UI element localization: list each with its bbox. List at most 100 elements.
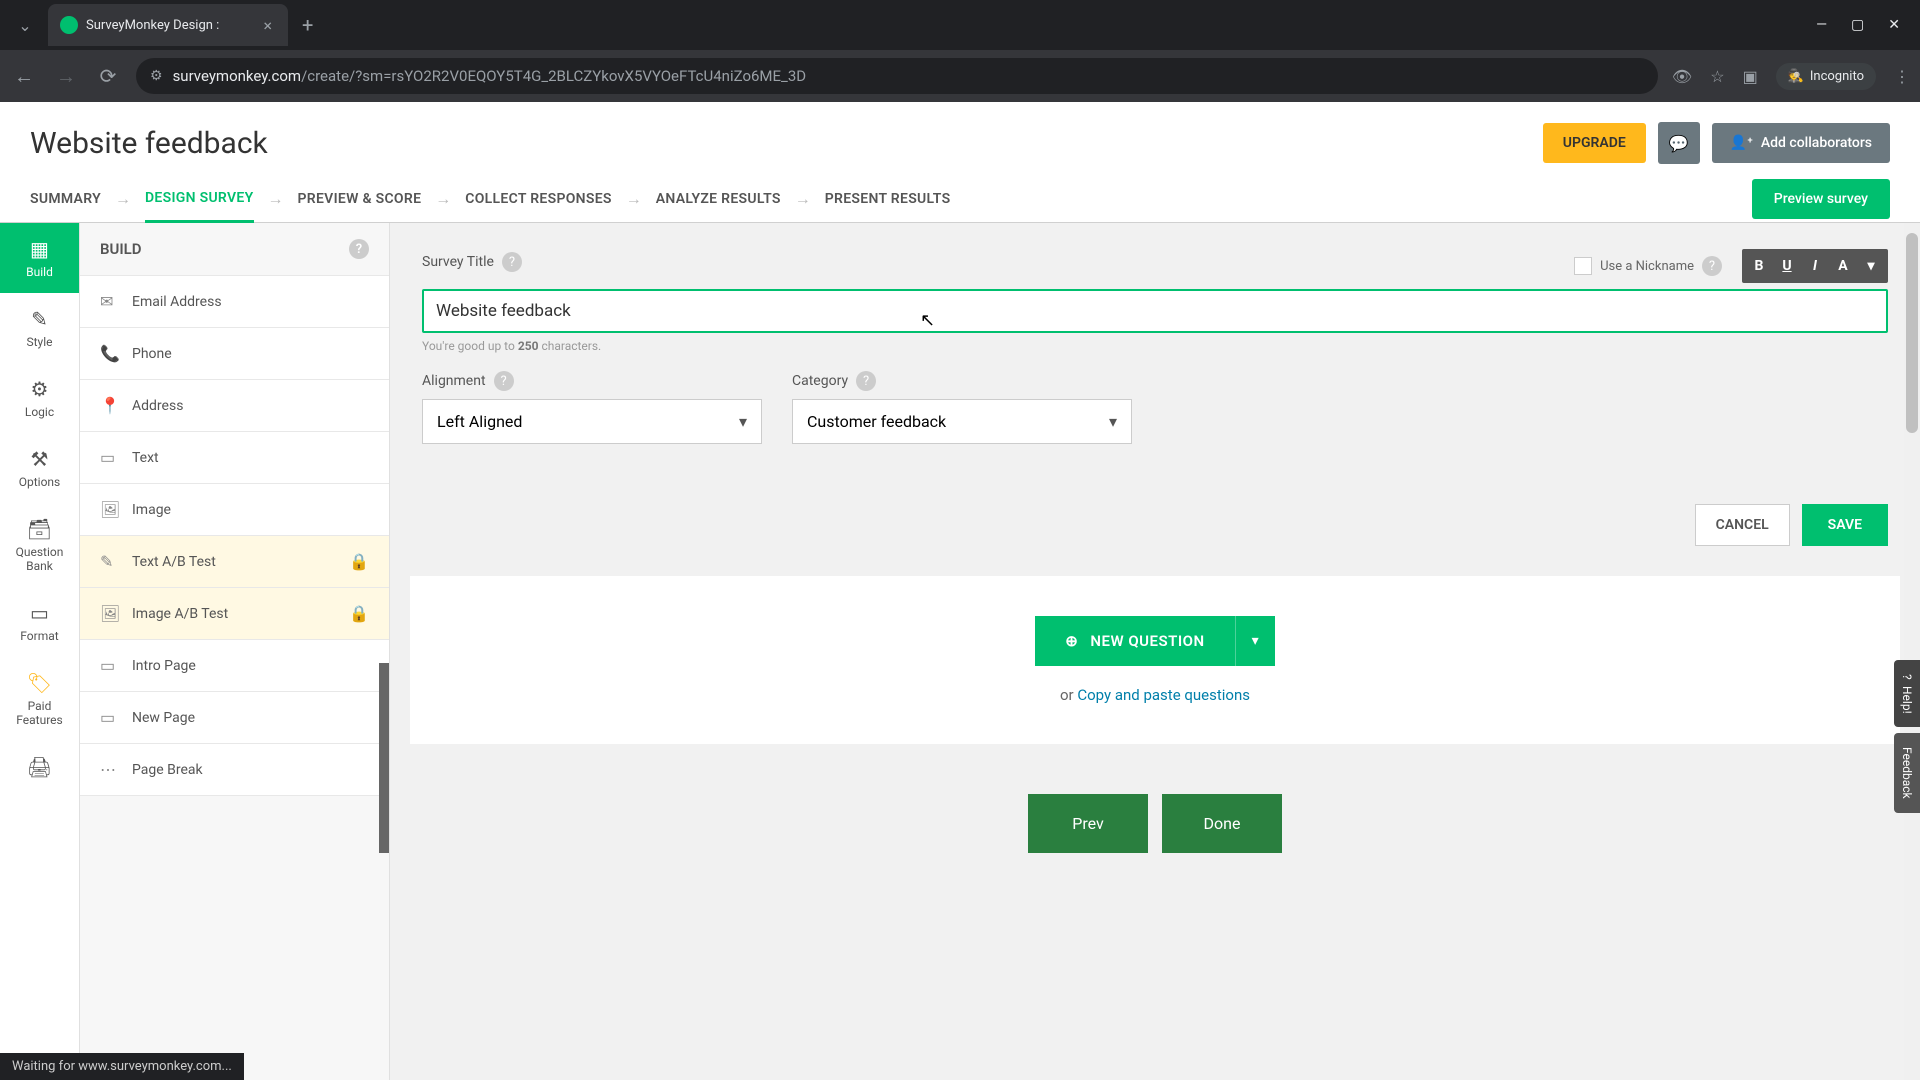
image-icon: 🖼: [100, 500, 118, 519]
copy-paste-link[interactable]: Copy and paste questions: [1077, 686, 1250, 704]
survey-name-heading: Website feedback: [30, 126, 1543, 161]
prev-button[interactable]: Prev: [1028, 794, 1148, 853]
build-item-address[interactable]: 📍 Address: [80, 380, 389, 432]
rail-style[interactable]: ✎ Style: [0, 293, 79, 363]
upgrade-button[interactable]: UPGRADE: [1543, 123, 1646, 163]
url-path: /create/?sm=rsYO2R2V0EQOY5T4G_2BLCZYkovX…: [301, 67, 806, 85]
build-item-email[interactable]: ✉ Email Address: [80, 276, 389, 328]
category-select[interactable]: Customer feedback ▾: [792, 399, 1132, 444]
build-item-image[interactable]: 🖼 Image: [80, 484, 389, 536]
build-item-page-break[interactable]: ⋯ Page Break: [80, 744, 389, 796]
chevron-down-icon: ▾: [1109, 412, 1117, 431]
help-icon[interactable]: ?: [502, 252, 522, 272]
tab-preview-score[interactable]: PREVIEW & SCORE: [298, 177, 422, 221]
scrollbar-thumb[interactable]: [1906, 233, 1918, 433]
incognito-badge[interactable]: 🕵 Incognito: [1776, 63, 1876, 90]
build-item-text-ab[interactable]: ✎ Text A/B Test 🔒: [80, 536, 389, 588]
rail-options[interactable]: ⚒ Options: [0, 433, 79, 503]
chat-button[interactable]: 💬: [1658, 122, 1700, 164]
nickname-checkbox[interactable]: [1574, 257, 1592, 275]
italic-button[interactable]: I: [1802, 253, 1828, 279]
bookmark-star-icon[interactable]: ☆: [1710, 67, 1724, 86]
text-icon: ▭: [100, 448, 118, 467]
font-button[interactable]: A: [1830, 253, 1856, 279]
main-tabs: SUMMARY → DESIGN SURVEY → PREVIEW & SCOR…: [0, 176, 1920, 223]
tabs-dropdown[interactable]: ⌄: [10, 10, 40, 40]
question-area: ⊕ NEW QUESTION ▾ or Copy and paste quest…: [410, 576, 1900, 744]
reload-button[interactable]: ⟳: [94, 64, 122, 88]
nickname-label: Use a Nickname: [1600, 259, 1694, 274]
help-icon[interactable]: ?: [1702, 256, 1722, 276]
rail-paid-features[interactable]: 🏷 Paid Features: [0, 657, 79, 741]
rail-build[interactable]: ▦ Build: [0, 223, 79, 293]
build-item-image-ab[interactable]: 🖼 Image A/B Test 🔒: [80, 588, 389, 640]
rail-question-bank[interactable]: 🗃 Question Bank: [0, 503, 79, 587]
help-icon[interactable]: ?: [349, 239, 369, 259]
or-paste-text: or Copy and paste questions: [450, 686, 1860, 704]
url-domain: surveymonkey.com: [173, 67, 302, 85]
close-window-icon[interactable]: ✕: [1888, 17, 1900, 33]
chevron-right-icon: →: [115, 189, 131, 209]
browser-status-bar: Waiting for www.surveymonkey.com...: [0, 1053, 244, 1080]
help-icon[interactable]: ?: [494, 371, 514, 391]
chevron-right-icon: →: [435, 189, 451, 209]
underline-button[interactable]: U: [1774, 253, 1800, 279]
lock-icon: 🔒: [349, 604, 369, 623]
browser-tab-strip: ⌄ SurveyMonkey Design : × + — ▢ ✕: [0, 0, 1920, 50]
panel-icon[interactable]: ▣: [1743, 67, 1758, 86]
site-settings-icon[interactable]: ⚙: [150, 68, 163, 84]
tab-design-survey[interactable]: DESIGN SURVEY: [145, 176, 254, 223]
new-tab-button[interactable]: +: [302, 13, 313, 37]
new-question-dropdown[interactable]: ▾: [1235, 616, 1275, 666]
sliders-icon: ⚒: [4, 447, 75, 471]
help-side-tab[interactable]: ? Help!: [1894, 660, 1920, 727]
chevron-right-icon: →: [626, 189, 642, 209]
address-bar[interactable]: ⚙ surveymonkey.com/create/?sm=rsYO2R2V0E…: [136, 58, 1658, 94]
bold-button[interactable]: B: [1746, 253, 1772, 279]
add-collaborators-button[interactable]: 👤⁺ Add collaborators: [1712, 123, 1890, 163]
rail-print[interactable]: 🖨: [0, 741, 79, 797]
browser-tab[interactable]: SurveyMonkey Design : ×: [48, 4, 288, 46]
build-item-new-page[interactable]: ▭ New Page: [80, 692, 389, 744]
maximize-icon[interactable]: ▢: [1851, 17, 1864, 33]
layout-icon: ▭: [4, 601, 75, 625]
done-button[interactable]: Done: [1162, 794, 1282, 853]
feedback-side-tab[interactable]: Feedback: [1894, 733, 1920, 813]
editor-scrollbar[interactable]: [1904, 223, 1920, 1080]
survey-title-input[interactable]: [422, 289, 1888, 333]
alignment-select[interactable]: Left Aligned ▾: [422, 399, 762, 444]
format-dropdown[interactable]: ▾: [1858, 253, 1884, 279]
rail-format[interactable]: ▭ Format: [0, 587, 79, 657]
close-tab-icon[interactable]: ×: [259, 16, 276, 35]
ab-image-icon: 🖼: [100, 604, 118, 623]
category-label: Category ?: [792, 371, 1132, 391]
ab-text-icon: ✎: [100, 552, 118, 571]
save-button[interactable]: SAVE: [1802, 504, 1888, 546]
help-icon[interactable]: ?: [856, 371, 876, 391]
rail-logic[interactable]: ⚙ Logic: [0, 363, 79, 433]
eye-off-icon[interactable]: 👁: [1672, 67, 1692, 86]
page-icon: ▭: [100, 656, 118, 675]
tab-analyze-results[interactable]: ANALYZE RESULTS: [656, 177, 781, 221]
back-button[interactable]: ←: [10, 64, 38, 89]
add-person-icon: 👤⁺: [1730, 135, 1753, 151]
build-item-phone[interactable]: 📞 Phone: [80, 328, 389, 380]
tab-summary[interactable]: SUMMARY: [30, 177, 101, 221]
menu-dots-icon[interactable]: ⋮: [1894, 67, 1910, 86]
build-item-intro-page[interactable]: ▭ Intro Page: [80, 640, 389, 692]
incognito-icon: 🕵: [1788, 69, 1804, 84]
build-item-text[interactable]: ▭ Text: [80, 432, 389, 484]
minimize-icon[interactable]: —: [1816, 17, 1827, 33]
char-hint: You're good up to 250 characters.: [422, 339, 1888, 353]
alignment-label: Alignment ?: [422, 371, 762, 391]
tab-present-results[interactable]: PRESENT RESULTS: [825, 177, 951, 221]
format-toolbar: B U I A ▾: [1742, 249, 1888, 283]
tab-collect-responses[interactable]: COLLECT RESPONSES: [465, 177, 612, 221]
cancel-button[interactable]: CANCEL: [1695, 504, 1790, 546]
new-question-button[interactable]: ⊕ NEW QUESTION: [1035, 616, 1234, 666]
scrollbar-thumb[interactable]: [379, 663, 389, 853]
preview-survey-button[interactable]: Preview survey: [1752, 179, 1890, 219]
dots-icon: ⋯: [100, 760, 118, 779]
forward-button[interactable]: →: [52, 64, 80, 89]
envelope-icon: ✉: [100, 292, 118, 311]
